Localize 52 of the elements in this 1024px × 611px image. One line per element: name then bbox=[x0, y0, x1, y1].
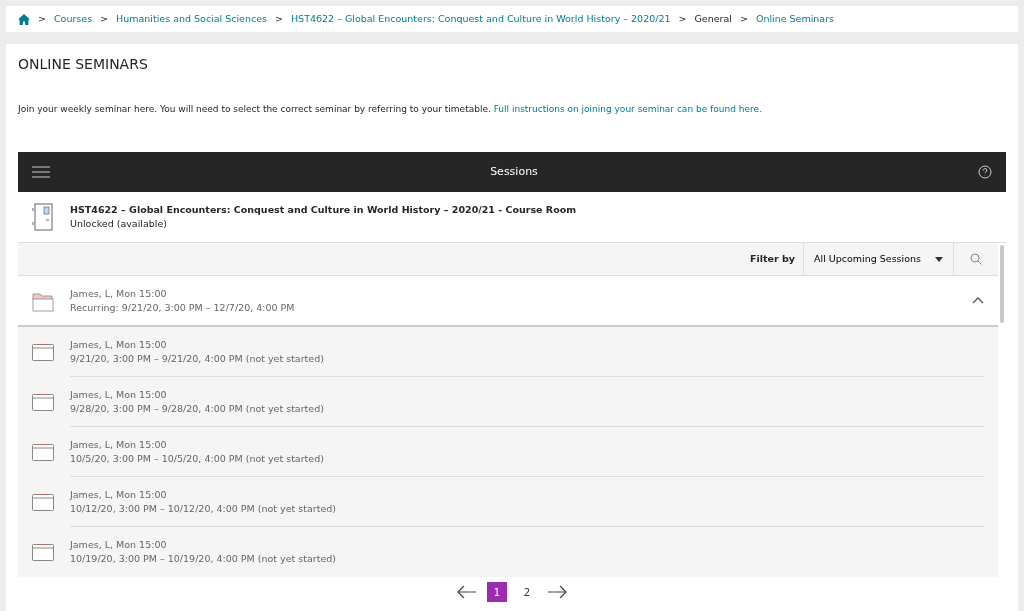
page-title: ONLINE SEMINARS bbox=[18, 55, 149, 73]
breadcrumb-separator: > bbox=[100, 11, 109, 26]
session-detail: 9/21/20, 3:00 PM – 9/21/20, 4:00 PM (not yet started) bbox=[70, 351, 325, 366]
menu-icon[interactable] bbox=[32, 166, 50, 179]
breadcrumb-link[interactable]: Humanities and Social Sciences bbox=[116, 11, 267, 27]
page-button[interactable]: 1 bbox=[487, 582, 507, 603]
caret-icon bbox=[935, 256, 943, 262]
door-icon bbox=[32, 203, 54, 232]
course-room-status: Unlocked (available) bbox=[70, 217, 168, 232]
session-row[interactable]: James, L, Mon 15:00 9/21/20, 3:00 PM – 9/21/20, 4:00 PM (not yet started) bbox=[18, 327, 998, 378]
session-detail: 10/12/20, 3:00 PM – 10/12/20, 4:00 PM (not yet started) bbox=[70, 501, 337, 516]
breadcrumb-link[interactable]: HST4622 – Global Encounters: Conquest and Culture in World History – 2020/21 bbox=[290, 11, 671, 27]
calendar-icon bbox=[32, 493, 54, 512]
session-detail: 10/19/20, 3:00 PM – 10/19/20, 4:00 PM (not yet started) bbox=[70, 552, 337, 567]
calendar-icon bbox=[32, 543, 54, 562]
breadcrumb-text: General bbox=[694, 11, 732, 26]
breadcrumb-separator: > bbox=[739, 11, 748, 26]
sessions-title: Sessions bbox=[490, 164, 538, 181]
previous-arrow-icon[interactable] bbox=[457, 585, 477, 600]
filter-label: Filter by bbox=[750, 252, 795, 267]
home-icon[interactable] bbox=[18, 13, 30, 25]
next-arrow-icon[interactable] bbox=[547, 585, 567, 600]
session-title: James, L, Mon 15:00 bbox=[70, 538, 168, 553]
breadcrumb-separator: > bbox=[38, 11, 46, 26]
group-detail: Recurring: 9/21/20, 3:00 PM – 12/7/20, 4:00 PM bbox=[70, 300, 296, 315]
breadcrumb-link[interactable]: Courses bbox=[53, 11, 93, 27]
course-room-title[interactable]: HST4622 – Global Encounters: Conquest and Culture in World History – 2020/21 - Course Room bbox=[70, 203, 577, 218]
calendar-icon bbox=[32, 443, 54, 462]
group-title: James, L, Mon 15:00 bbox=[70, 286, 168, 301]
calendar-icon bbox=[32, 393, 54, 412]
calendar-icon bbox=[32, 343, 54, 362]
scrollbar[interactable] bbox=[1000, 245, 1004, 324]
session-row[interactable]: James, L, Mon 15:00 10/12/20, 3:00 PM – 10/12/20, 4:00 PM (not yet started) bbox=[18, 477, 998, 528]
breadcrumb-separator: > bbox=[275, 11, 283, 26]
session-row[interactable]: James, L, Mon 15:00 10/19/20, 3:00 PM – 10/19/20, 4:00 PM (not yet started) bbox=[18, 527, 998, 578]
session-detail: 9/28/20, 3:00 PM – 9/28/20, 4:00 PM (not yet started) bbox=[70, 401, 325, 416]
filter-dropdown[interactable]: All Upcoming Sessions bbox=[803, 243, 954, 276]
page-button[interactable]: 2 bbox=[517, 582, 537, 603]
session-detail: 10/5/20, 3:00 PM – 10/5/20, 4:00 PM (not yet started) bbox=[70, 451, 325, 466]
session-title: James, L, Mon 15:00 bbox=[70, 387, 168, 402]
search-icon[interactable] bbox=[970, 253, 982, 266]
intro-text: Join your weekly seminar here. You will need to select the correct seminar by referring to your timetable. Full instructions on joining your seminar can be found here. bbox=[18, 102, 763, 116]
chevron-icon[interactable] bbox=[972, 297, 984, 305]
session-title: James, L, Mon 15:00 bbox=[70, 337, 168, 352]
help-icon[interactable] bbox=[978, 165, 992, 180]
session-row[interactable]: James, L, Mon 15:00 9/28/20, 3:00 PM – 9/28/20, 4:00 PM (not yet started) bbox=[18, 377, 998, 428]
breadcrumb-separator: > bbox=[678, 11, 687, 26]
session-row[interactable]: James, L, Mon 15:00 10/5/20, 3:00 PM – 10/5/20, 4:00 PM (not yet started) bbox=[18, 427, 998, 478]
session-title: James, L, Mon 15:00 bbox=[70, 437, 168, 452]
breadcrumb-link[interactable]: Online Seminars bbox=[755, 11, 835, 27]
session-title: James, L, Mon 15:00 bbox=[70, 487, 168, 502]
instructions-link[interactable]: Full instructions on joining your seminar can be found here. bbox=[493, 103, 762, 114]
